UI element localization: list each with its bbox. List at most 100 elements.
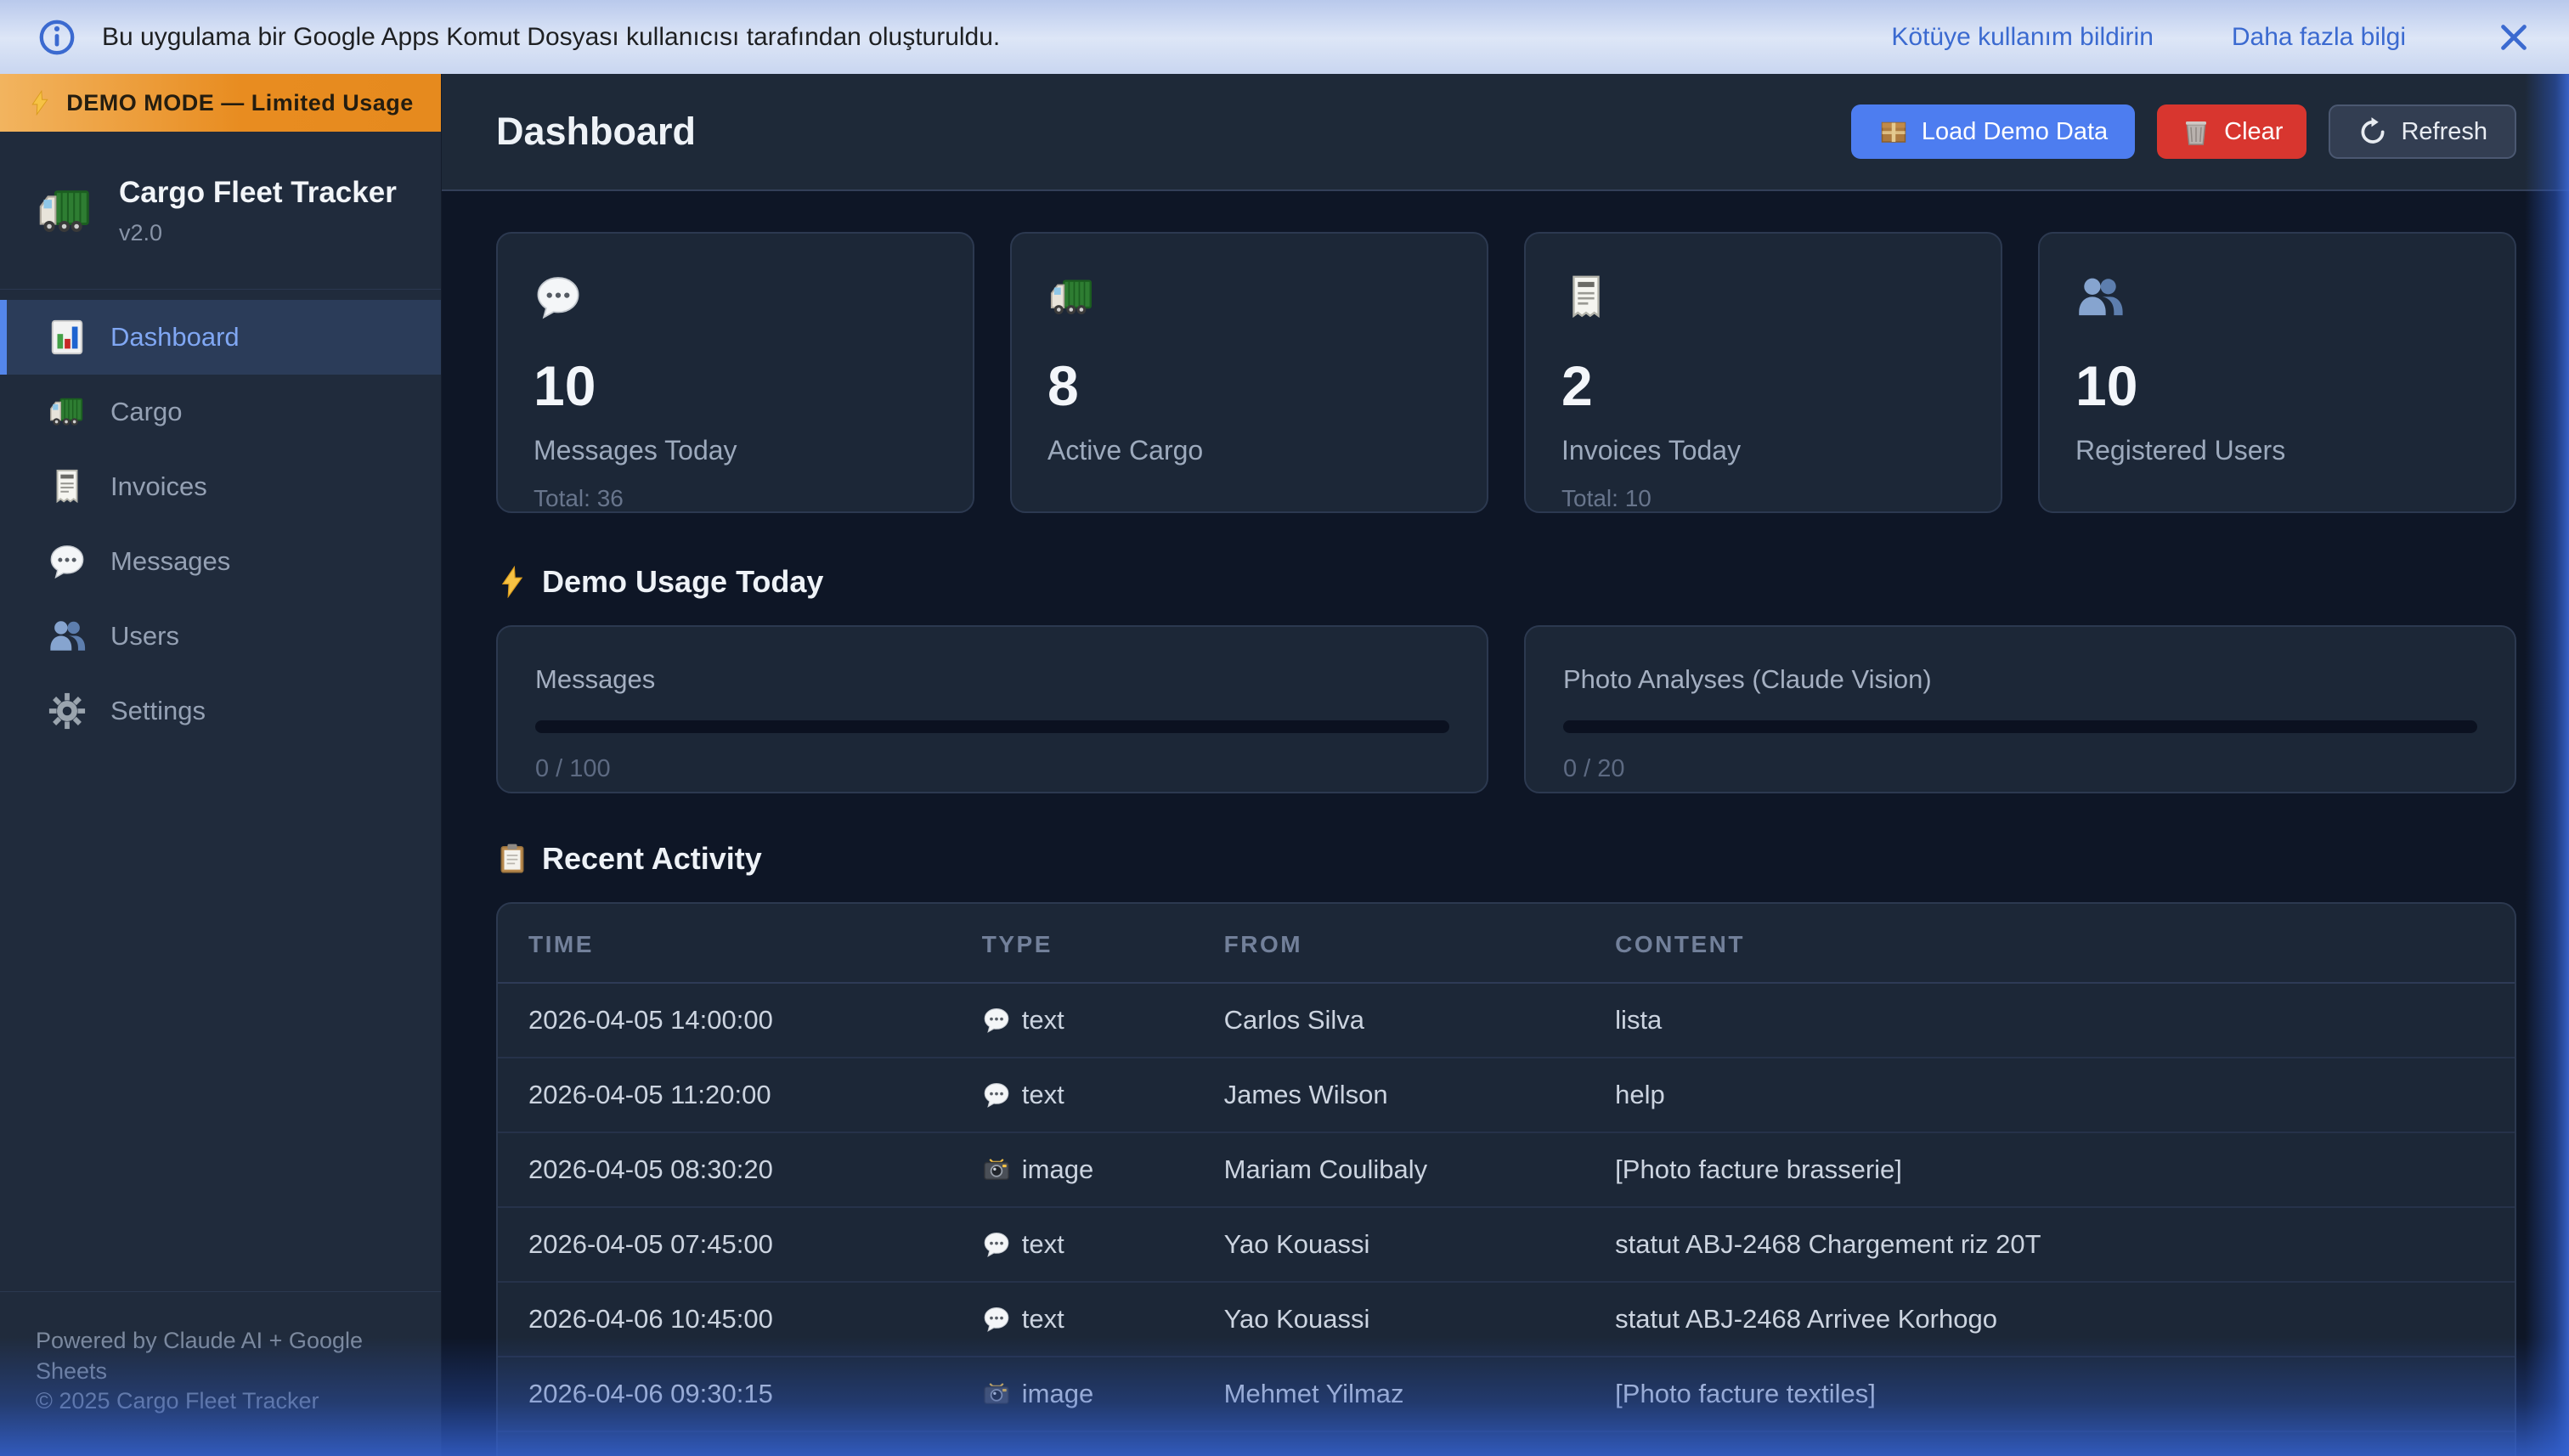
- activity-row: 2026-04-05 14:00:00textCarlos Silvalista: [498, 983, 2515, 1058]
- truck-icon: [36, 182, 95, 241]
- footer-powered-by: Powered by Claude AI + Google Sheets: [36, 1326, 407, 1386]
- speech-icon: [982, 1305, 1011, 1334]
- activity-row: 2026-04-06 08:00:00textIbrahim Traoresta…: [498, 1431, 2515, 1456]
- usage-count: 0 / 20: [1563, 755, 2477, 783]
- usage-progress-bar: [1563, 720, 2477, 733]
- button-label: Refresh: [2401, 118, 2487, 146]
- sidebar-item-invoices[interactable]: Invoices: [0, 449, 441, 524]
- usage-card-messages: Messages0 / 100: [496, 625, 1488, 793]
- activity-type: image: [982, 1379, 1224, 1409]
- speech-icon: [982, 1006, 1011, 1035]
- usage-progress-bar: [535, 720, 1449, 733]
- activity-section-heading: Recent Activity: [496, 841, 2516, 877]
- camera-icon: [982, 1380, 1011, 1408]
- speech-icon: [534, 273, 583, 322]
- speech-icon: [48, 542, 87, 581]
- sidebar-item-label: Users: [110, 621, 179, 652]
- activity-from: Ibrahim Traore: [1224, 1431, 1616, 1456]
- activity-row: 2026-04-06 09:30:15imageMehmet Yilmaz[Ph…: [498, 1357, 2515, 1431]
- activity-from: Carlos Silva: [1224, 983, 1616, 1058]
- usage-card-photo-analyses: Photo Analyses (Claude Vision) 0 / 20: [1524, 625, 2516, 793]
- gear-icon: [48, 691, 87, 731]
- clear-button[interactable]: Clear: [2157, 104, 2306, 159]
- header-actions: Load Demo Data Clear Refresh: [1851, 104, 2516, 159]
- sidebar-footer: Powered by Claude AI + Google Sheets © 2…: [0, 1291, 441, 1456]
- sidebar-nav: Dashboard Cargo Invoices Messages Users Setti…: [0, 290, 441, 1291]
- usage-count: 0 / 100: [535, 755, 1449, 783]
- sidebar: DEMO MODE — Limited Usage Cargo Fleet Tr…: [0, 74, 442, 1456]
- activity-type: text: [982, 1005, 1224, 1036]
- activity-time: 2026-04-06 10:45:00: [498, 1282, 982, 1357]
- activity-type: image: [982, 1154, 1224, 1185]
- activity-heading-label: Recent Activity: [542, 841, 762, 877]
- page-title: Dashboard: [496, 110, 696, 154]
- refresh-icon: [2357, 116, 2388, 147]
- activity-from: Yao Kouassi: [1224, 1282, 1616, 1357]
- gas-warning-message: Bu uygulama bir Google Apps Komut Dosyas…: [102, 23, 1000, 52]
- app-shell: DEMO MODE — Limited Usage Cargo Fleet Tr…: [0, 74, 2569, 1456]
- main-area: Dashboard Load Demo Data Clear Refresh 10 M…: [442, 74, 2569, 1456]
- report-abuse-link[interactable]: Kötüye kullanım bildirin: [1891, 23, 2153, 52]
- truck-icon: [1047, 273, 1097, 322]
- app-version: v2.0: [119, 220, 397, 246]
- activity-type: text: [982, 1080, 1224, 1110]
- refresh-button[interactable]: Refresh: [2329, 104, 2516, 159]
- activity-row: 2026-04-05 11:20:00textJames Wilsonhelp: [498, 1058, 2515, 1132]
- sidebar-item-label: Dashboard: [110, 322, 240, 353]
- activity-table-card: TIMETYPEFROMCONTENT 2026-04-05 14:00:00t…: [496, 902, 2516, 1456]
- usage-section-heading: Demo Usage Today: [496, 564, 2516, 600]
- activity-content: statut ABJ-2468 Arrivee Korhogo: [1615, 1282, 2515, 1357]
- activity-time: 2026-04-05 14:00:00: [498, 983, 982, 1058]
- stat-label: Messages Today: [534, 435, 937, 466]
- button-label: Load Demo Data: [1922, 118, 2108, 146]
- activity-time: 2026-04-05 11:20:00: [498, 1058, 982, 1132]
- clipboard-icon: [496, 843, 528, 875]
- activity-content: [Photo facture brasserie]: [1615, 1132, 2515, 1207]
- activity-from: Mariam Coulibaly: [1224, 1132, 1616, 1207]
- column-header-time: TIME: [498, 904, 982, 983]
- main-header: Dashboard Load Demo Data Clear Refresh: [442, 74, 2569, 191]
- button-label: Clear: [2224, 118, 2283, 146]
- sidebar-item-cargo[interactable]: Cargo: [0, 375, 441, 449]
- close-icon[interactable]: [2494, 18, 2533, 57]
- activity-row: 2026-04-05 08:30:20imageMariam Coulibaly…: [498, 1132, 2515, 1207]
- activity-content: [Photo facture textiles]: [1615, 1357, 2515, 1431]
- activity-from: Mehmet Yilmaz: [1224, 1357, 1616, 1431]
- usage-label: Photo Analyses (Claude Vision): [1563, 664, 2477, 695]
- activity-content: statut ABJ-2468 Chargement riz 20T: [1615, 1207, 2515, 1282]
- activity-from: James Wilson: [1224, 1058, 1616, 1132]
- stat-value: 10: [534, 353, 937, 418]
- trash-icon: [2181, 116, 2211, 147]
- activity-content: lista: [1615, 983, 2515, 1058]
- sidebar-item-settings[interactable]: Settings: [0, 674, 441, 748]
- activity-time: 2026-04-06 09:30:15: [498, 1357, 982, 1431]
- activity-from: Yao Kouassi: [1224, 1207, 1616, 1282]
- stat-card-registered-users: 10Registered Users: [2038, 232, 2516, 513]
- sidebar-item-dashboard[interactable]: Dashboard: [0, 300, 441, 375]
- activity-time: 2026-04-05 07:45:00: [498, 1207, 982, 1282]
- sidebar-item-messages[interactable]: Messages: [0, 524, 441, 599]
- info-icon: [37, 18, 76, 57]
- load-demo-data-button[interactable]: Load Demo Data: [1851, 104, 2135, 159]
- stat-card-invoices-today: 2Invoices TodayTotal: 10: [1524, 232, 2002, 513]
- users-icon: [48, 617, 87, 656]
- chart-icon: [48, 318, 87, 357]
- sidebar-item-label: Settings: [110, 696, 206, 726]
- activity-type: text: [982, 1304, 1224, 1335]
- usage-grid: Messages0 / 100Photo Analyses (Claude Vi…: [496, 625, 2516, 793]
- learn-more-link[interactable]: Daha fazla bilgi: [2232, 23, 2406, 52]
- activity-content: statut ABJ-3456 Arrive port d'Abidjan: [1615, 1431, 2515, 1456]
- users-icon: [2075, 273, 2125, 322]
- column-header-content: CONTENT: [1615, 904, 2515, 983]
- stat-label: Invoices Today: [1561, 435, 1965, 466]
- sidebar-item-label: Invoices: [110, 471, 207, 502]
- stat-sub-total: Total: 10: [1561, 485, 1965, 512]
- activity-type: text: [982, 1229, 1224, 1260]
- package-icon: [1878, 116, 1909, 147]
- gas-warning-banner: Bu uygulama bir Google Apps Komut Dosyas…: [0, 0, 2569, 74]
- stat-label: Registered Users: [2075, 435, 2479, 466]
- sidebar-item-label: Messages: [110, 546, 230, 577]
- activity-row: 2026-04-06 10:45:00textYao Kouassistatut…: [498, 1282, 2515, 1357]
- sidebar-item-users[interactable]: Users: [0, 599, 441, 674]
- usage-heading-label: Demo Usage Today: [542, 564, 823, 600]
